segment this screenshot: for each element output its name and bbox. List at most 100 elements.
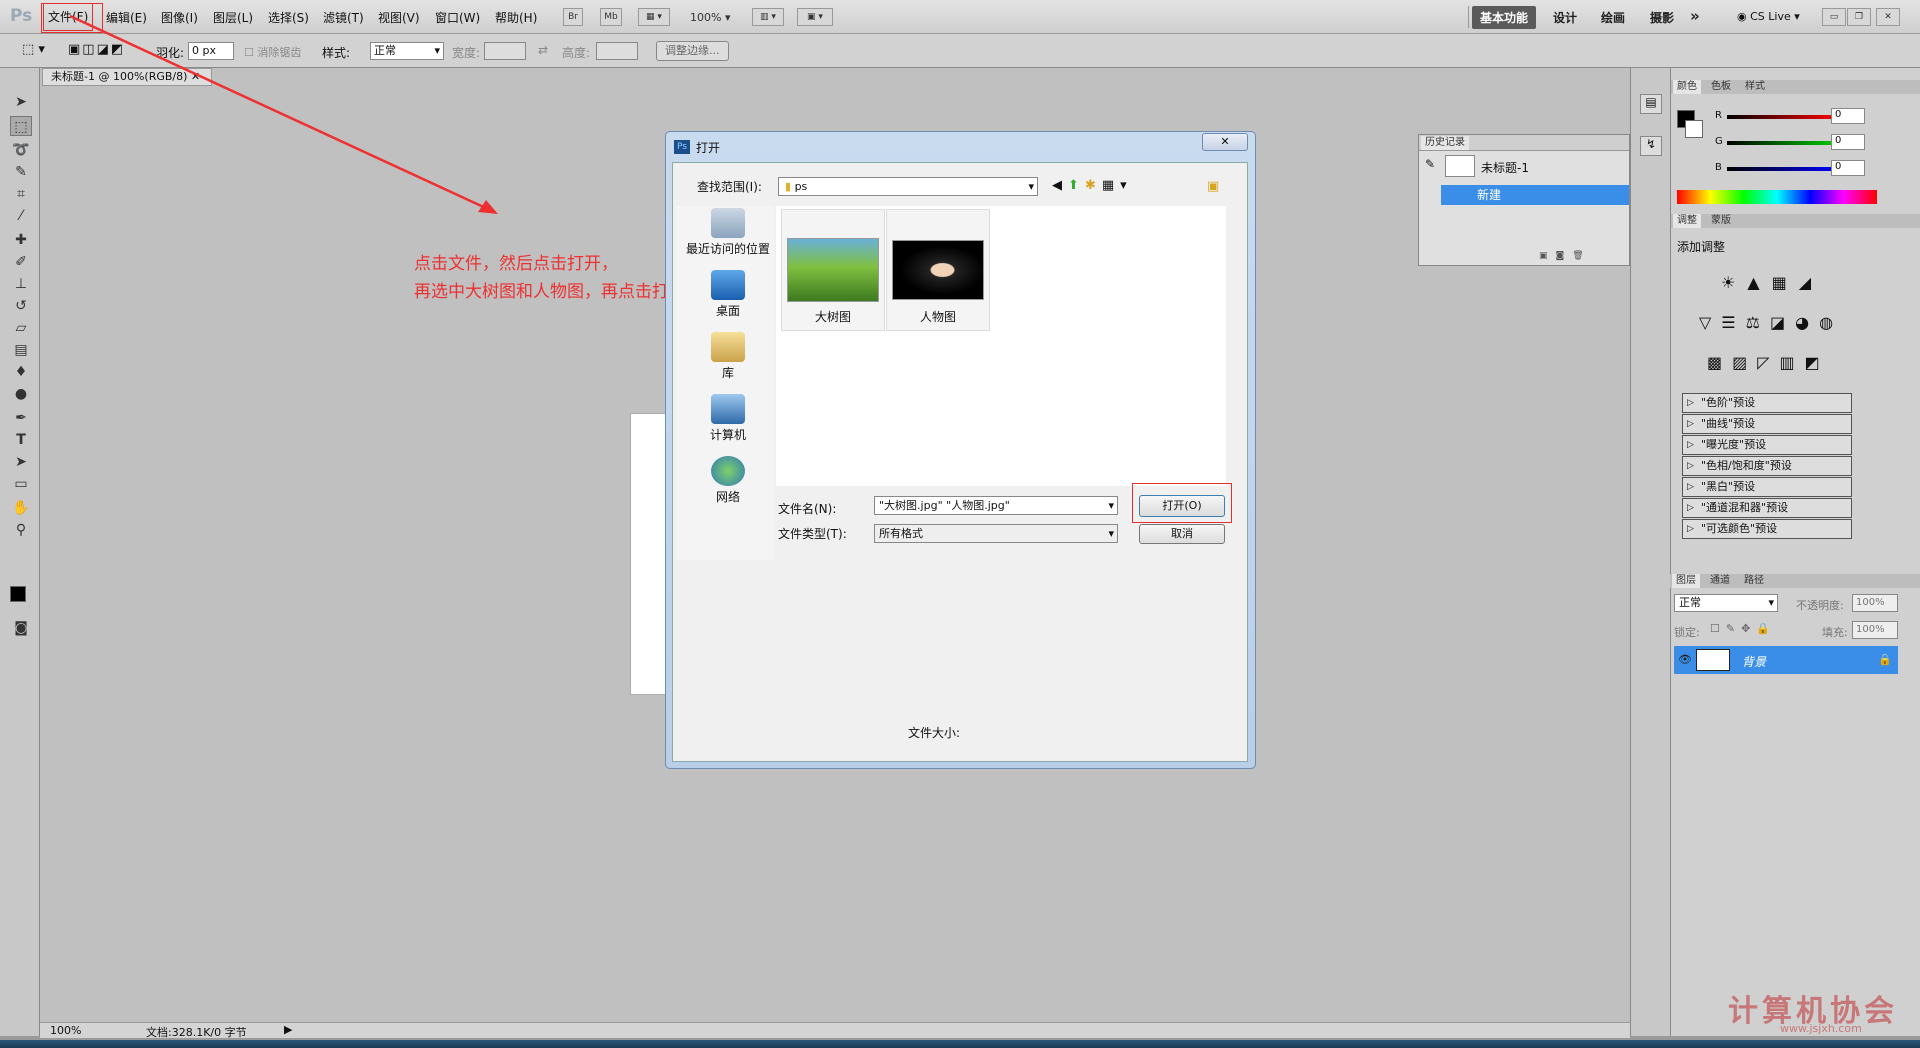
- status-zoom[interactable]: 100%: [50, 1024, 81, 1037]
- preset-selective-color[interactable]: "可选颜色"预设: [1682, 519, 1852, 539]
- bridge-folder-icon[interactable]: ▣: [1207, 179, 1219, 194]
- eyedropper-icon[interactable]: ⁄: [10, 206, 32, 226]
- dodge-tool-icon[interactable]: ●: [10, 384, 32, 404]
- menu-filter[interactable]: 滤镜(T): [323, 9, 364, 26]
- menu-edit[interactable]: 编辑(E): [106, 9, 147, 26]
- preset-curves[interactable]: "曲线"预设: [1682, 414, 1852, 434]
- marquee-tool-icon[interactable]: ⬚: [10, 116, 32, 136]
- place-network[interactable]: 网络: [680, 456, 776, 505]
- color-bg-swatch[interactable]: [1685, 120, 1703, 138]
- history-footer-icons[interactable]: ▣◙🗑: [1539, 251, 1592, 261]
- lasso-tool-icon[interactable]: ➰: [10, 140, 32, 160]
- file-item[interactable]: 人物图: [886, 209, 990, 331]
- menu-help[interactable]: 帮助(H): [495, 9, 537, 26]
- quick-mask-icon[interactable]: ◙: [10, 618, 32, 638]
- channel-g-value[interactable]: 0: [1831, 134, 1865, 150]
- workspace-design[interactable]: 设计: [1553, 9, 1577, 26]
- tab-swatches[interactable]: 色板: [1707, 80, 1735, 94]
- view-menu-icon[interactable]: ▦▾: [1102, 178, 1133, 193]
- adjustment-icons-row1[interactable]: ☀▲▦◢: [1721, 273, 1823, 292]
- feather-input[interactable]: 0 px: [188, 42, 234, 60]
- clone-stamp-icon[interactable]: ⊥: [10, 274, 32, 294]
- quick-select-icon[interactable]: ✎: [10, 162, 32, 182]
- layer-row-background[interactable]: 👁 背景 🔒: [1674, 646, 1898, 674]
- tab-masks[interactable]: 蒙版: [1707, 214, 1735, 228]
- opacity-input[interactable]: 100%: [1852, 594, 1898, 612]
- gradient-tool-icon[interactable]: ▤: [10, 340, 32, 360]
- channel-g-slider[interactable]: [1727, 141, 1837, 145]
- place-recent[interactable]: 最近访问的位置: [680, 208, 776, 257]
- selection-mode-icons[interactable]: ▣◫◪◩: [68, 42, 125, 57]
- filename-input[interactable]: "大树图.jpg" "人物图.jpg" ▾: [874, 496, 1118, 515]
- menu-image[interactable]: 图像(I): [161, 9, 198, 26]
- tab-styles[interactable]: 样式: [1741, 80, 1769, 94]
- preset-hue-saturation[interactable]: "色相/饱和度"预设: [1682, 456, 1852, 476]
- blur-tool-icon[interactable]: ♦: [10, 362, 32, 382]
- refine-edge-button[interactable]: 调整边缘...: [656, 41, 729, 61]
- workspace-photography[interactable]: 摄影: [1650, 9, 1674, 26]
- brush-tool-icon[interactable]: ✐: [10, 252, 32, 272]
- mini-bridge-button[interactable]: Mb: [600, 8, 622, 26]
- document-tab[interactable]: 未标题-1 @ 100%(RGB/8) ✕: [42, 68, 212, 86]
- adjustment-icons-row2[interactable]: ▽☰⚖◪◕◍: [1699, 313, 1843, 332]
- tab-layers[interactable]: 图层: [1672, 574, 1700, 588]
- layer-name[interactable]: 背景: [1742, 653, 1766, 670]
- height-input[interactable]: [596, 42, 638, 60]
- close-button[interactable]: ✕: [1876, 8, 1900, 26]
- tab-paths[interactable]: 路径: [1740, 574, 1768, 588]
- cancel-button[interactable]: 取消: [1139, 524, 1225, 544]
- channel-b-slider[interactable]: [1727, 167, 1837, 171]
- menu-select[interactable]: 选择(S): [268, 9, 309, 26]
- actions-panel-icon[interactable]: ↯: [1640, 136, 1662, 156]
- menu-view[interactable]: 视图(V): [378, 9, 420, 26]
- arrange-documents-button[interactable]: ▥ ▾: [752, 8, 784, 26]
- preset-exposure[interactable]: "曝光度"预设: [1682, 435, 1852, 455]
- status-menu-arrow[interactable]: ▶: [284, 1023, 292, 1036]
- more-workspaces-button[interactable]: »: [1690, 7, 1700, 25]
- channel-b-value[interactable]: 0: [1831, 160, 1865, 176]
- style-select[interactable]: 正常 ▾: [370, 42, 444, 60]
- history-panel-icon[interactable]: ▤: [1640, 94, 1662, 114]
- workspace-painting[interactable]: 绘画: [1601, 9, 1625, 26]
- file-item[interactable]: 大树图: [781, 209, 885, 331]
- path-select-icon[interactable]: ➤: [10, 452, 32, 472]
- channel-r-value[interactable]: 0: [1831, 108, 1865, 124]
- color-ramp[interactable]: [1677, 190, 1877, 204]
- preset-levels[interactable]: "色阶"预设: [1682, 393, 1852, 413]
- filetype-select[interactable]: 所有格式 ▾: [874, 524, 1118, 543]
- eraser-tool-icon[interactable]: ▱: [10, 318, 32, 338]
- canvas[interactable]: [630, 413, 670, 695]
- dialog-close-button[interactable]: ✕: [1202, 133, 1248, 151]
- close-tab-icon[interactable]: ✕: [191, 70, 200, 83]
- zoom-level[interactable]: 100% ▾: [690, 11, 730, 24]
- tab-adjustments[interactable]: 调整: [1673, 214, 1701, 228]
- pen-tool-icon[interactable]: ✒: [10, 408, 32, 428]
- cs-live-button[interactable]: ◉ CS Live ▾: [1737, 10, 1800, 23]
- zoom-tool-icon[interactable]: ⚲: [10, 520, 32, 540]
- crop-tool-icon[interactable]: ⌗: [10, 184, 32, 204]
- workspace-essentials[interactable]: 基本功能: [1472, 6, 1537, 29]
- minimize-button[interactable]: ▭: [1822, 8, 1846, 26]
- type-tool-icon[interactable]: T: [10, 430, 32, 450]
- place-desktop[interactable]: 桌面: [680, 270, 776, 319]
- swap-icon[interactable]: ⇄: [538, 43, 548, 57]
- bridge-button[interactable]: Br: [563, 8, 583, 26]
- healing-brush-icon[interactable]: ✚: [10, 230, 32, 250]
- foreground-color-swatch[interactable]: [10, 586, 26, 602]
- new-folder-icon[interactable]: ✱: [1085, 178, 1102, 193]
- menu-window[interactable]: 窗口(W): [435, 9, 480, 26]
- back-icon[interactable]: ◀: [1052, 178, 1068, 193]
- antialias-checkbox[interactable]: ☐ 消除锯齿: [244, 44, 301, 60]
- screen-mode-button[interactable]: ▣ ▾: [797, 8, 833, 26]
- place-libraries[interactable]: 库: [680, 332, 776, 381]
- adjustment-icons-row3[interactable]: ▩▨◸▥◩: [1707, 353, 1830, 372]
- tab-color[interactable]: 颜色: [1673, 80, 1701, 94]
- blend-mode-select[interactable]: 正常 ▾: [1674, 594, 1778, 612]
- history-brush-icon[interactable]: ↺: [10, 296, 32, 316]
- snapshot-thumbnail[interactable]: [1445, 155, 1475, 177]
- restore-button[interactable]: ❐: [1847, 8, 1871, 26]
- preset-channel-mixer[interactable]: "通道混和器"预设: [1682, 498, 1852, 518]
- marquee-preset-icon[interactable]: ⬚ ▾: [22, 42, 45, 57]
- tab-history[interactable]: 历史记录: [1421, 136, 1469, 150]
- history-step-new[interactable]: 新建: [1441, 185, 1629, 205]
